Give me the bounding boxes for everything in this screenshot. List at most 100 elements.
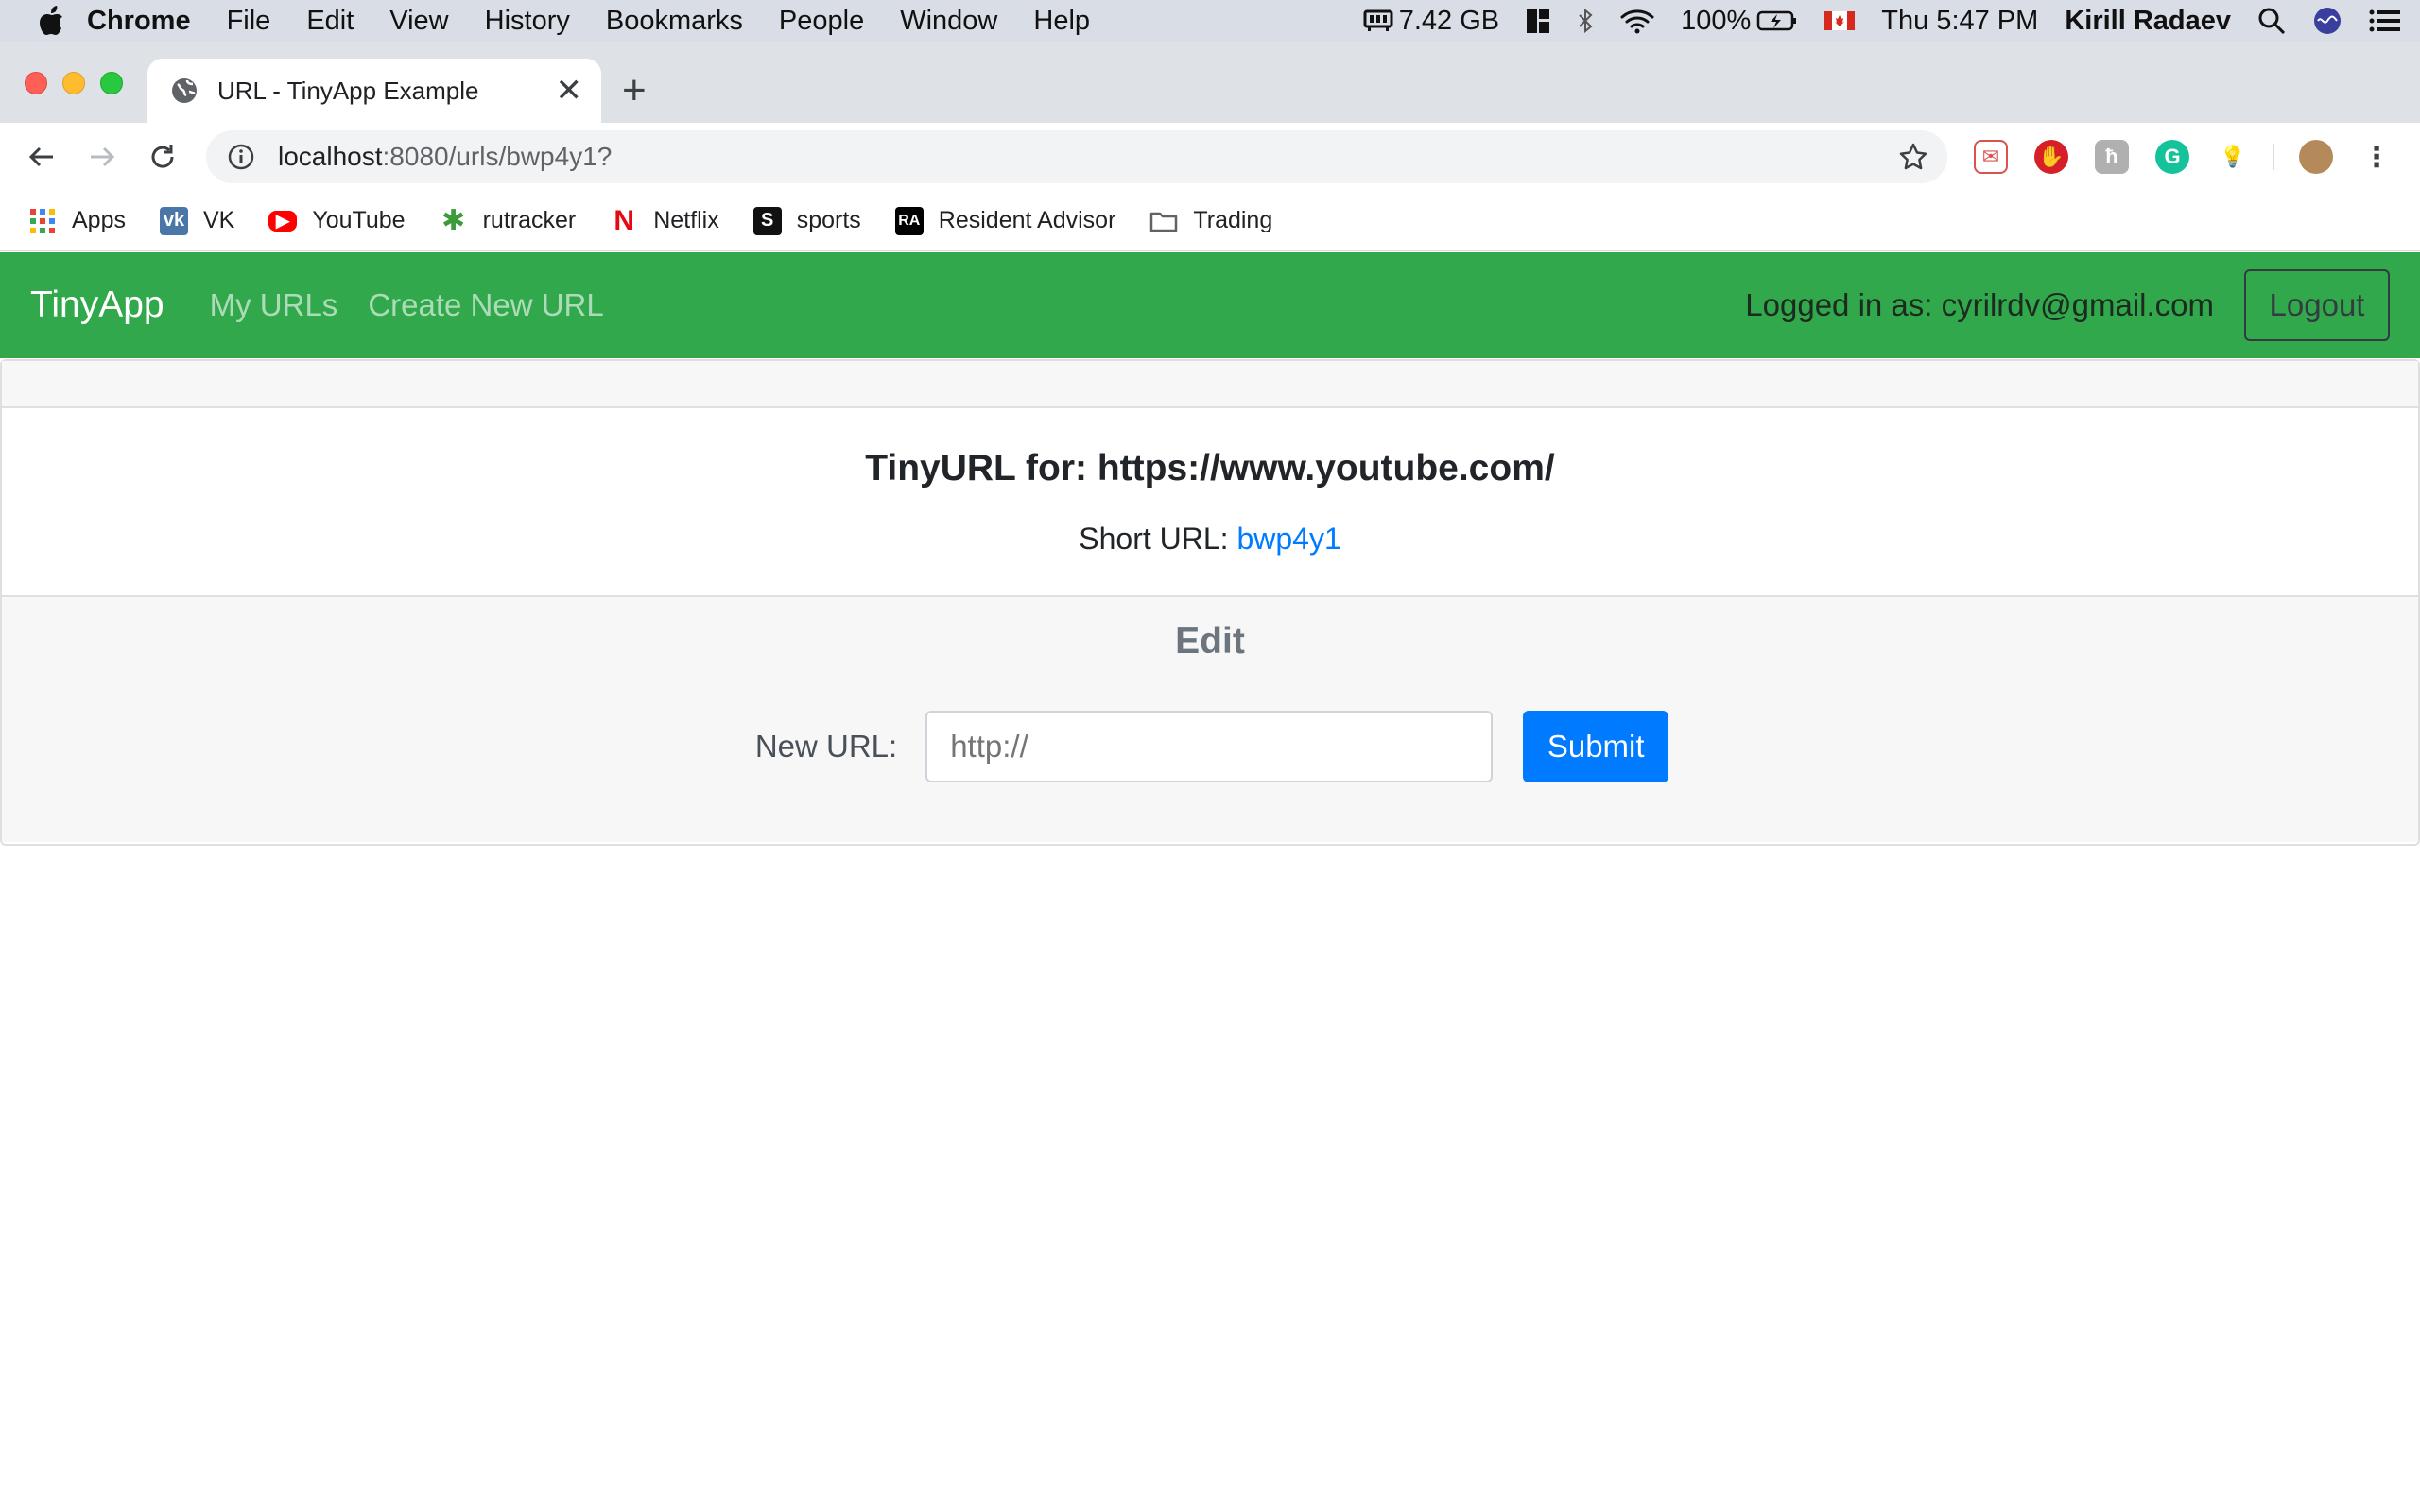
bookmark-youtube[interactable]: ▶ YouTube [268,207,406,234]
short-url-line: Short URL: bwp4y1 [2,522,2418,557]
menu-file[interactable]: File [227,6,271,37]
submit-button[interactable]: Submit [1523,711,1669,782]
window-close-button[interactable] [25,72,47,94]
profile-avatar[interactable] [2299,140,2333,174]
edit-heading: Edit [1175,621,1245,662]
bluetooth-icon[interactable] [1577,8,1594,34]
bookmark-label: rutracker [482,207,577,233]
bookmark-resident-advisor[interactable]: RA Resident Advisor [894,206,1116,235]
card-title: TinyURL for: https://www.youtube.com/ [865,448,1555,489]
notification-center-icon[interactable] [2369,9,2401,33]
bookmark-folder-trading[interactable]: Trading [1150,207,1272,235]
toolbar-divider [2273,144,2274,170]
extension-adblock-icon[interactable]: ✋ [2034,140,2068,174]
edit-form: New URL: Submit [2,711,2420,782]
back-arrow-icon [28,146,53,167]
tab-title: URL - TinyApp Example [217,76,479,105]
bookmark-netflix[interactable]: N Netflix [610,204,719,236]
sports-icon: S [752,206,782,235]
youtube-icon: ▶ [268,210,298,232]
reload-button[interactable] [142,136,183,178]
chrome-tab-strip: URL - TinyApp Example ✕ + [0,42,2420,123]
window-layout-icon[interactable] [1526,8,1550,34]
card-body: TinyURL for: https://www.youtube.com/ Sh… [2,408,2418,597]
logout-button[interactable]: Logout [2244,269,2390,341]
nav-create-new-url[interactable]: Create New URL [368,287,603,323]
short-url-label: Short URL: [1079,522,1229,556]
short-url-link[interactable]: bwp4y1 [1236,522,1340,556]
bookmark-label: Apps [72,207,126,233]
chrome-toolbar: localhost:8080/urls/bwp4y1? ✉ ✋ ћ G 💡 ⋮ [0,123,2420,191]
bookmark-apps[interactable]: Apps [28,207,126,235]
user-name[interactable]: Kirill Radaev [2065,6,2231,37]
apple-icon[interactable] [38,6,64,36]
menu-history[interactable]: History [485,6,570,37]
logged-in-text: Logged in as: cyrilrdv@gmail.com [1745,287,2214,322]
menu-app-chrome[interactable]: Chrome [87,6,191,37]
active-tab[interactable]: URL - TinyApp Example ✕ [147,59,601,123]
apps-grid-icon [28,207,57,235]
bookmark-label: sports [796,207,861,233]
url-card: TinyURL for: https://www.youtube.com/ Sh… [0,359,2420,846]
chrome-menu-icon[interactable]: ⋮ [2360,140,2394,174]
menu-bookmarks[interactable]: Bookmarks [606,6,743,37]
nav-user-area: Logged in as: cyrilrdv@gmail.com Logout [1745,269,2390,341]
vk-icon: vk [159,206,188,235]
forward-arrow-icon [91,146,115,167]
extension-grammarly-icon[interactable]: G [2155,140,2189,174]
forward-button[interactable] [81,136,123,178]
reload-icon [151,145,174,168]
window-minimize-button[interactable] [62,72,85,94]
site-info-icon[interactable] [227,143,255,171]
extension-pdf-icon[interactable]: ✉ [1974,140,2008,174]
bookmark-label: Resident Advisor [938,207,1116,233]
window-zoom-button[interactable] [100,72,123,94]
bookmark-label: YouTube [312,207,406,233]
bookmark-rutracker[interactable]: ✱ rutracker [440,205,577,236]
siri-icon[interactable] [2312,6,2342,36]
globe-icon [172,78,197,103]
menu-help[interactable]: Help [1033,6,1090,37]
new-url-label: New URL: [754,729,898,764]
menu-view[interactable]: View [389,6,448,37]
memory-icon [1363,9,1393,31]
menu-edit[interactable]: Edit [306,6,354,37]
url-host: localhost [278,142,383,171]
new-tab-button[interactable]: + [622,70,647,112]
battery-percent: 100% [1681,5,1752,36]
wifi-icon[interactable] [1620,8,1654,34]
battery-status[interactable]: 100% [1681,6,1798,37]
extension-helper-icon[interactable]: ћ [2095,140,2129,174]
bookmark-label: Trading [1193,207,1273,233]
rutracker-icon: ✱ [441,205,466,236]
canada-flag-icon[interactable] [1824,11,1856,30]
netflix-icon: N [614,204,635,236]
clock[interactable]: Thu 5:47 PM [1881,6,2038,37]
spotlight-search-icon[interactable] [2257,7,2286,35]
bookmark-star-icon[interactable] [1898,142,1928,172]
extension-lightbulb-icon[interactable]: 💡 [2216,140,2250,174]
menu-people[interactable]: People [779,6,864,37]
memory-status[interactable]: 7.42 GB [1363,6,1499,37]
menu-window[interactable]: Window [900,6,997,37]
card-header [2,361,2418,408]
edit-section: Edit New URL: Submit [2,597,2418,842]
bookmark-vk[interactable]: vk VK [159,206,235,235]
macos-menu-bar: Chrome File Edit View History Bookmarks … [0,0,2420,42]
resident-advisor-icon: RA [894,206,924,235]
bookmark-label: Netflix [653,207,719,233]
menu-extras: 7.42 GB 100% Thu 5:47 PM Kirill Radaev [1363,0,2401,42]
url-path: :8080/urls/bwp4y1? [382,142,613,171]
nav-my-urls[interactable]: My URLs [210,287,338,323]
back-button[interactable] [21,136,62,178]
memory-value: 7.42 GB [1398,5,1500,36]
brand-logo[interactable]: TinyApp [30,284,164,326]
tab-close-icon[interactable]: ✕ [556,75,583,107]
folder-icon [1150,207,1178,235]
bookmark-sports[interactable]: S sports [752,206,861,235]
url-text: localhost:8080/urls/bwp4y1? [278,142,612,172]
new-url-input[interactable] [925,711,1494,782]
address-bar[interactable]: localhost:8080/urls/bwp4y1? [206,130,1947,183]
battery-charging-icon [1757,10,1797,31]
bookmark-label: VK [202,207,235,233]
